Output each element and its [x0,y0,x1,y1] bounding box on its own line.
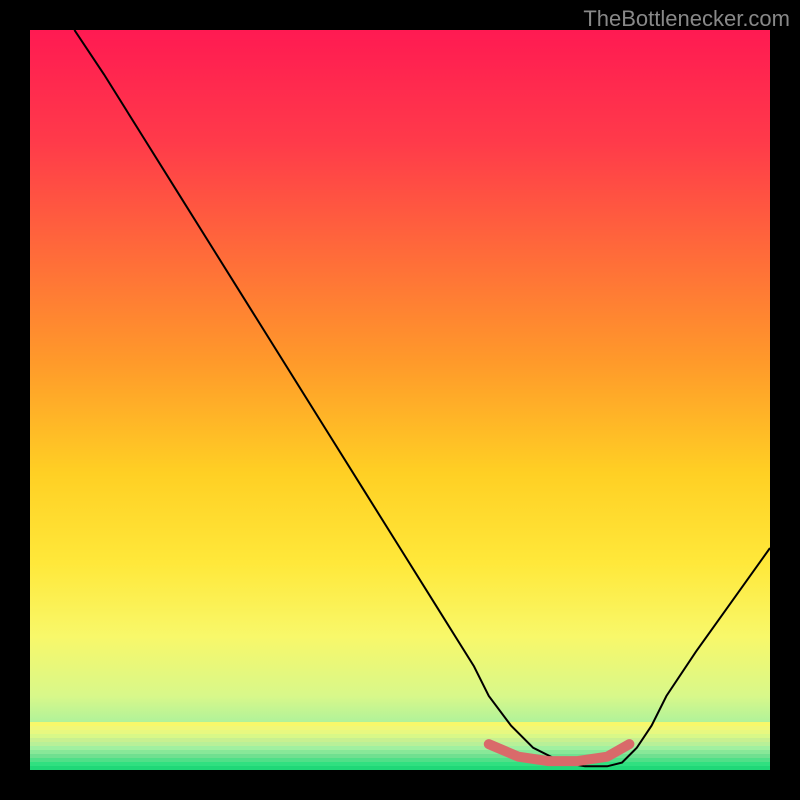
plot-area [30,30,770,770]
watermark-text: TheBottlenecker.com [583,6,790,32]
chart-svg [30,30,770,770]
bottom-stripes [30,722,770,770]
gradient-background [30,30,770,770]
